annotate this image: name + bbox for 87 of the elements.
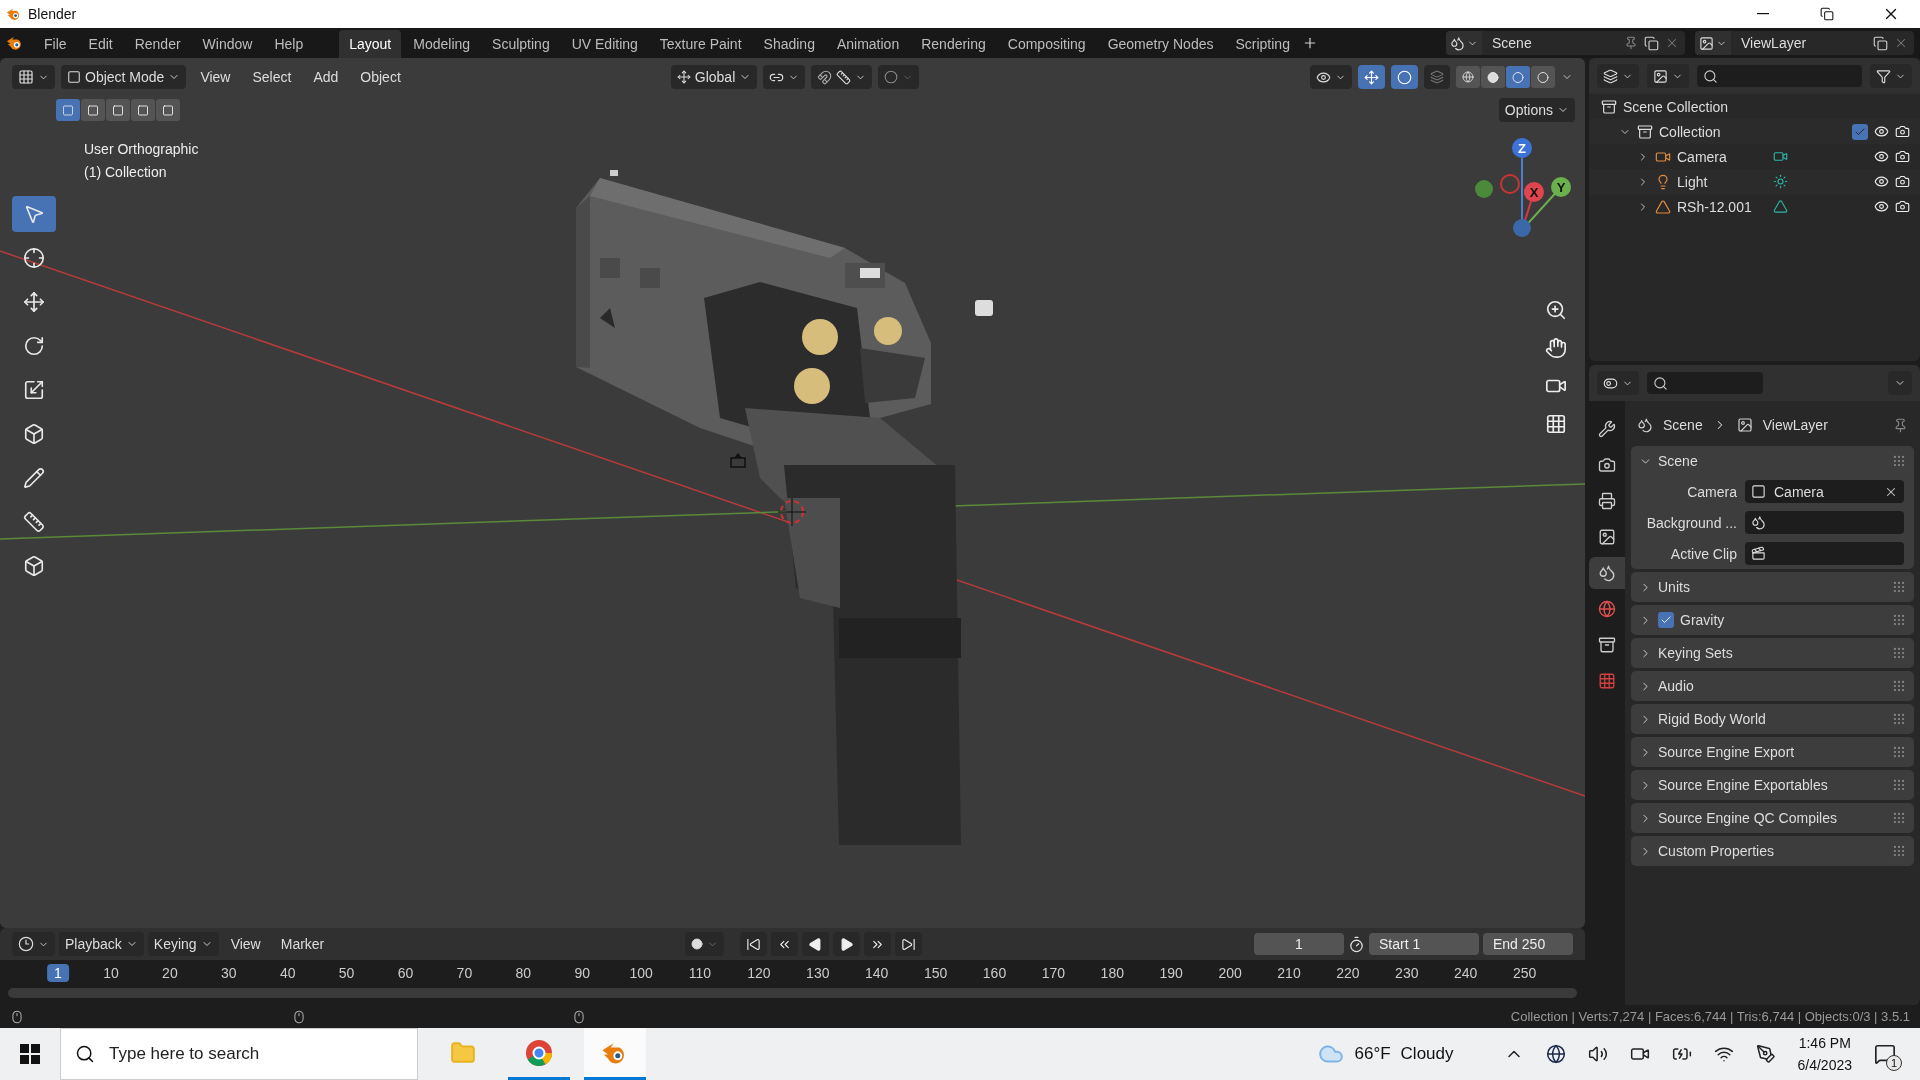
frame-number: 80 — [514, 964, 533, 982]
menu-item[interactable]: File — [34, 30, 77, 58]
menu-item[interactable]: Marker — [272, 932, 333, 956]
frame-number: 100 — [628, 964, 654, 982]
viewport-info-text: (1) Collection — [84, 163, 168, 182]
frame-number: 60 — [396, 964, 415, 982]
frame-number: 230 — [1394, 964, 1420, 982]
workspace-tab[interactable]: Rendering — [911, 30, 996, 58]
window-title: Blender — [28, 6, 77, 22]
frame-number: 20 — [161, 964, 179, 982]
frame-number: 250 — [1511, 964, 1538, 982]
clock-date[interactable]: 6/4/2023 — [1797, 1054, 1852, 1076]
clock-time[interactable]: 1:46 PM — [1798, 1032, 1851, 1054]
workspace-tab[interactable]: Texture Paint — [649, 30, 752, 58]
frame-number: 200 — [1217, 964, 1243, 982]
frame-number: 150 — [922, 964, 949, 982]
workspace-tab[interactable]: Geometry Nodes — [1097, 30, 1224, 58]
workspace-tab[interactable]: Shading — [753, 30, 825, 58]
frame-number: 190 — [1158, 964, 1184, 982]
workspace-tab[interactable]: Scripting — [1225, 30, 1300, 58]
end-frame-field[interactable]: End 250 — [1483, 933, 1573, 955]
menu-item[interactable]: Edit — [78, 30, 123, 58]
workspace-tab[interactable]: UV Editing — [561, 30, 648, 58]
temperature-text[interactable]: 66°F — [1354, 1044, 1391, 1064]
mode-dropdown[interactable]: Object Mode — [61, 65, 187, 89]
frame-number: 110 — [687, 964, 713, 982]
field-label: Active Clip — [1669, 545, 1737, 562]
frame-number: 90 — [573, 964, 591, 982]
frame-number: 30 — [220, 964, 238, 982]
field-value: Camera — [1774, 483, 1824, 500]
panel-title[interactable]: Gravity — [1680, 612, 1725, 628]
taskbar-search-field[interactable]: Type here to search — [60, 1028, 418, 1080]
menu-item[interactable]: Help — [264, 30, 314, 58]
frame-number: 220 — [1335, 964, 1361, 982]
workspace-tab[interactable]: Layout — [339, 30, 402, 58]
frame-number: 10 — [102, 964, 120, 982]
frame-number: 50 — [337, 964, 356, 982]
search-placeholder: Type here to search — [109, 1044, 260, 1064]
panel-title[interactable]: Audio — [1658, 678, 1694, 694]
menu-item[interactable]: Window — [192, 30, 263, 58]
current-frame-field[interactable]: 1 — [1254, 933, 1344, 955]
outliner-item[interactable]: Light — [1677, 172, 1767, 191]
menu-dropdown[interactable]: Keying — [147, 932, 219, 956]
frame-number: 70 — [455, 964, 474, 982]
frame-number: 140 — [864, 964, 890, 982]
workspace-tab[interactable]: Compositing — [997, 30, 1096, 58]
workspace-tab[interactable]: Modeling — [403, 30, 481, 58]
start-frame-field[interactable]: Start 1 — [1369, 933, 1479, 955]
outliner-item[interactable]: RSh-12.001 — [1677, 197, 1767, 216]
panel-title[interactable]: Scene — [1658, 453, 1698, 469]
panel-title[interactable]: Units — [1658, 579, 1690, 595]
menu-item[interactable]: View — [222, 932, 269, 956]
weather-text[interactable]: Cloudy — [1400, 1044, 1454, 1064]
axis-label: X — [1529, 185, 1539, 200]
frame-number: 1 — [47, 964, 69, 982]
frame-number: 210 — [1276, 964, 1302, 982]
frame-number: 240 — [1453, 964, 1479, 982]
workspace-tab[interactable]: Sculpting — [482, 30, 560, 58]
field-label: Camera — [1686, 483, 1737, 500]
frame-number: 170 — [1040, 964, 1067, 982]
panel-title[interactable]: Keying Sets — [1658, 645, 1733, 661]
menu-item[interactable]: Add — [305, 65, 347, 89]
axis-label: Y — [1556, 180, 1566, 195]
outliner-item[interactable]: Camera — [1677, 147, 1767, 166]
menu-item[interactable]: View — [192, 65, 239, 89]
workspace-tab[interactable]: Animation — [826, 30, 910, 58]
notification-badge: 1 — [1886, 1055, 1902, 1071]
frame-number: 130 — [805, 964, 831, 982]
breadcrumb-item: ViewLayer — [1762, 417, 1828, 433]
options-dropdown[interactable]: Options — [1498, 98, 1575, 122]
menu-item[interactable]: Object — [352, 65, 409, 89]
frame-number: 160 — [981, 964, 1008, 982]
menu-dropdown[interactable]: Playback — [59, 932, 144, 956]
property-field[interactable]: Camera — [1745, 480, 1904, 503]
menu-item[interactable]: Select — [244, 65, 300, 89]
axis-label: Z — [1518, 141, 1526, 156]
field-label: Background ... — [1645, 514, 1737, 531]
orientation-dropdown[interactable]: Global — [670, 65, 758, 89]
frame-number: 40 — [278, 964, 297, 982]
outliner-item[interactable]: Scene Collection — [1623, 97, 1729, 116]
menu-item[interactable]: Render — [124, 30, 191, 58]
breadcrumb-item: Scene — [1663, 417, 1703, 433]
frame-number: 180 — [1099, 964, 1125, 982]
viewport-info-text: User Orthographic — [84, 140, 199, 159]
frame-number: 120 — [746, 964, 772, 982]
outliner-item[interactable]: Collection — [1659, 122, 1749, 141]
status-text: Collection | Verts:7,274 | Faces:6,744 | Tris:6,744 | Objects:0/3 | 3.5.1 — [1510, 1009, 1910, 1024]
